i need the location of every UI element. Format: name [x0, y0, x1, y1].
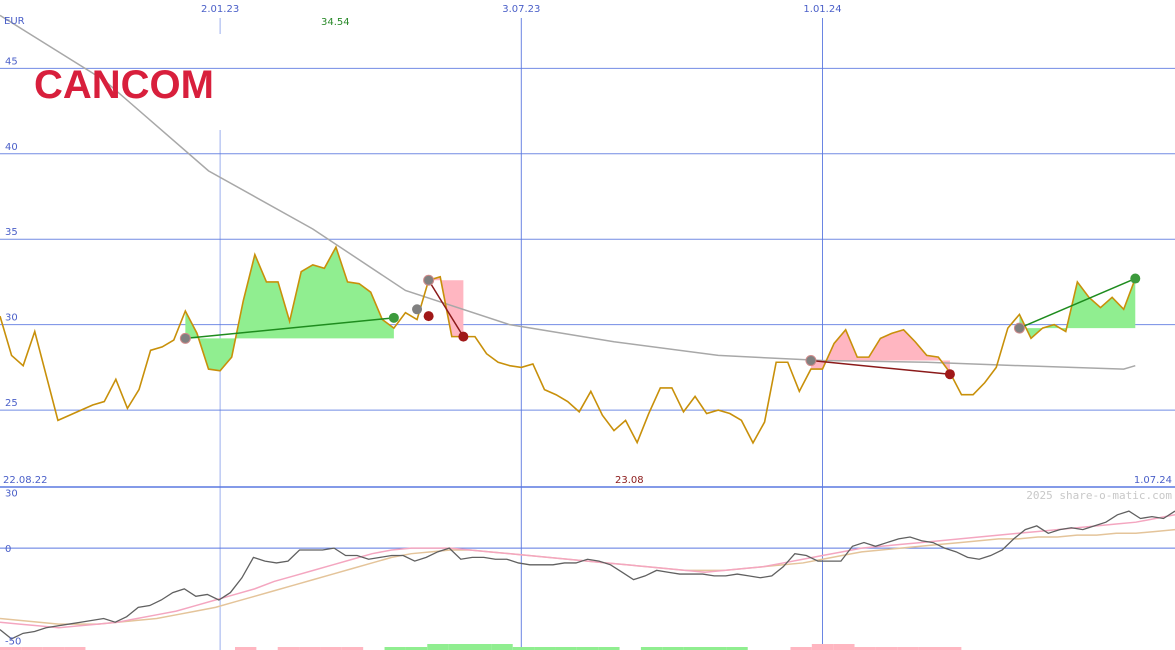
trade-exit-marker: [944, 369, 955, 380]
high-value-label: 34.54: [321, 17, 350, 28]
osc-tick-label: 30: [5, 489, 18, 500]
trade-entry-marker: [423, 274, 435, 286]
osc-tick-label: -50: [5, 637, 21, 648]
trade-area-gain: [1019, 278, 1136, 339]
osc-tick-label: 0: [5, 544, 11, 555]
price-line: [0, 245, 1137, 445]
y-tick-label: 25: [5, 398, 18, 409]
signal-marker: [423, 311, 434, 322]
oscillator-fast-line: [0, 514, 1175, 629]
signal-marker: [412, 304, 423, 315]
x-tick-label: 1.01.24: [803, 4, 841, 15]
trade-exit-marker: [1130, 273, 1141, 284]
trade-exit-marker: [388, 312, 399, 323]
oscillator-slow-line: [0, 528, 1175, 625]
stock-chart: EUR 34.54 23.08 2025 share-o-matic.com C…: [0, 4, 1175, 650]
histogram-bar-gain: [491, 644, 513, 650]
trade-entry-marker: [179, 332, 191, 344]
oscillator-main-line: [0, 510, 1175, 640]
gain-loss-fill-layer: [185, 247, 1136, 373]
range-start-label: 22.08.22: [3, 475, 48, 486]
watermark: 2025 share-o-matic.com: [1026, 489, 1172, 502]
y-tick-label: 30: [5, 313, 18, 324]
oscillator-layer: [0, 510, 1175, 650]
histogram-bar-gain: [470, 644, 492, 650]
histogram-bar-loss: [833, 644, 855, 650]
trade-exit-marker: [458, 331, 469, 342]
x-tick-label: 3.07.23: [502, 4, 540, 15]
low-value-label: 23.08: [615, 475, 644, 486]
x-tick-label: 2.01.23: [201, 4, 239, 15]
range-end-label: 1.07.24: [1134, 475, 1172, 486]
currency-label: EUR: [4, 16, 25, 27]
histogram-bar-loss: [811, 644, 834, 650]
y-tick-label: 45: [5, 56, 18, 67]
trade-entry-marker: [1013, 322, 1025, 334]
histogram-bar-gain: [448, 644, 470, 650]
trade-area-gain: [185, 247, 394, 371]
trade-area-loss: [810, 329, 950, 373]
y-tick-label: 35: [5, 227, 18, 238]
trade-entry-marker: [805, 355, 817, 367]
histogram-bar-gain: [427, 644, 449, 650]
label-layer: EUR 34.54 23.08 2025 share-o-matic.com C…: [3, 4, 1172, 648]
y-tick-label: 40: [5, 142, 18, 153]
logo: CANCOM: [34, 63, 214, 107]
price-layer: [0, 245, 1137, 445]
